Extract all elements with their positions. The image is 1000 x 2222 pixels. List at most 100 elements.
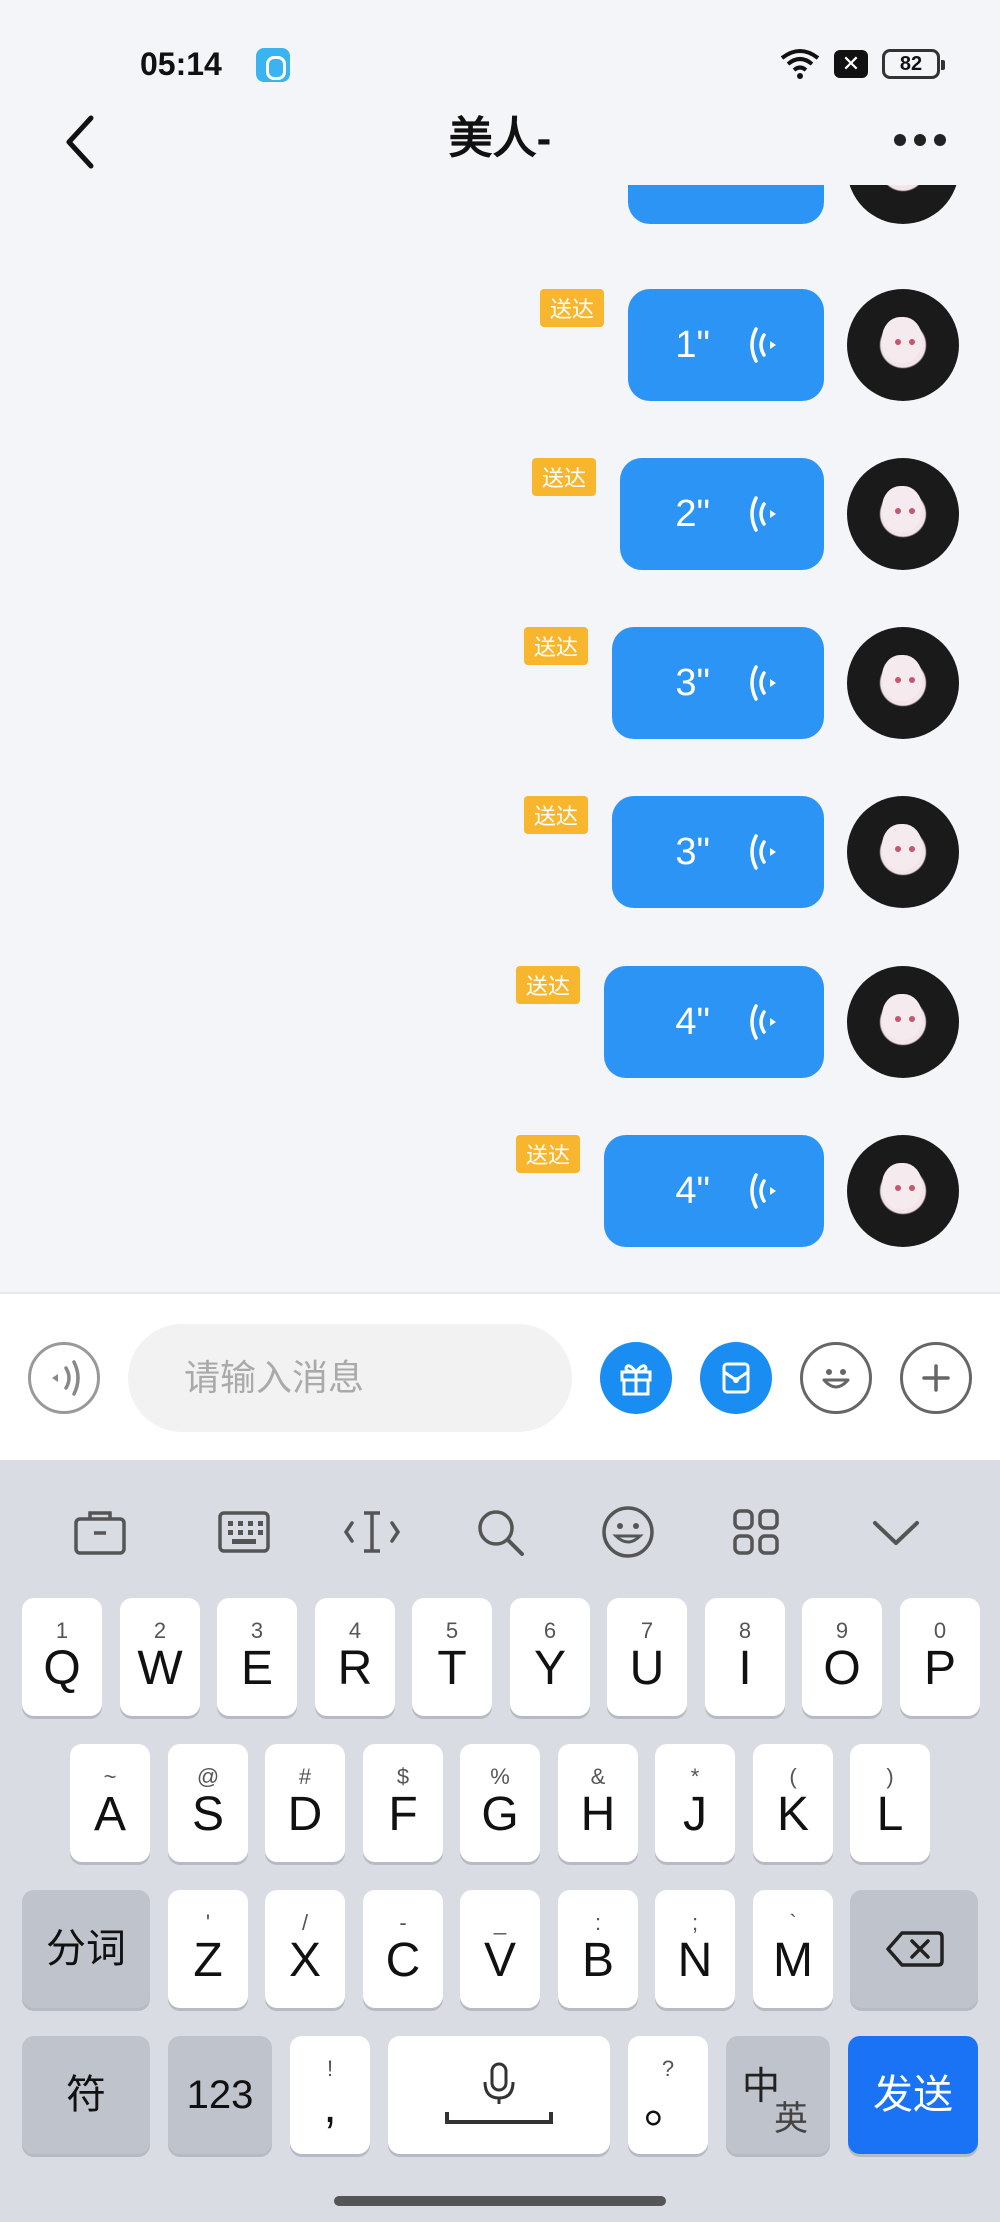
more-dot-icon: [934, 134, 946, 146]
key-label: M: [773, 1933, 813, 1987]
key-label: A: [93, 1787, 126, 1841]
key-v[interactable]: _ V: [460, 1890, 540, 2008]
key-hint: !: [326, 2055, 334, 2081]
numbers-key[interactable]: 123: [168, 2036, 272, 2154]
gift-icon: [620, 1364, 652, 1396]
key-n[interactable]: ; N: [655, 1890, 735, 2008]
key-g[interactable]: % G: [460, 1744, 540, 1862]
key-u[interactable]: 7U: [607, 1598, 687, 1716]
smiley-icon: [822, 1369, 850, 1389]
gift-button[interactable]: [600, 1342, 672, 1414]
key-label: 符: [66, 2073, 106, 2117]
voice-message-bubble[interactable]: 3": [612, 796, 824, 908]
key-c[interactable]: -C: [363, 1890, 443, 2008]
avatar[interactable]: [847, 458, 959, 570]
message-row: 送达 4": [0, 1135, 1000, 1247]
key-hint: &: [590, 1763, 606, 1789]
key-t[interactable]: 5T: [412, 1598, 492, 1716]
key-q[interactable]: 1Q: [22, 1598, 102, 1716]
key-hint: :: [594, 1909, 602, 1935]
key-hint: ~: [103, 1763, 117, 1789]
key-h[interactable]: & H: [558, 1744, 638, 1862]
avatar[interactable]: [847, 1135, 959, 1247]
key-x[interactable]: / X: [265, 1890, 345, 2008]
search-button[interactable]: [470, 1502, 530, 1562]
voice-message-bubble[interactable]: 2": [620, 458, 824, 570]
key-z[interactable]: ' Z: [168, 1890, 248, 2008]
key-y[interactable]: 6Y: [510, 1598, 590, 1716]
hide-keyboard-button[interactable]: [866, 1502, 926, 1562]
send-key[interactable]: 发送: [848, 2036, 978, 2154]
home-indicator[interactable]: [334, 2196, 666, 2206]
key-hint: 0: [933, 1617, 947, 1643]
key-hint: -: [399, 1909, 407, 1935]
avatar[interactable]: [847, 796, 959, 908]
message-row: 送达 1": [0, 289, 1000, 401]
key-hint: *: [690, 1763, 700, 1789]
backspace-key[interactable]: [850, 1890, 978, 2008]
voice-message-bubble[interactable]: 1": [628, 289, 824, 401]
message-input[interactable]: [128, 1324, 572, 1432]
key-k[interactable]: (K: [753, 1744, 833, 1862]
key-hint: (: [789, 1763, 797, 1789]
key-j[interactable]: * J: [655, 1744, 735, 1862]
key-a[interactable]: ~ A: [70, 1744, 150, 1862]
voice-duration: 4": [675, 1000, 710, 1043]
key-label: C: [385, 1933, 421, 1987]
key-hint: 6: [543, 1617, 557, 1643]
key-hint: ;: [691, 1909, 699, 1935]
key-b[interactable]: :B: [558, 1890, 638, 2008]
more-options-button[interactable]: [880, 110, 960, 170]
key-label: Y: [533, 1641, 566, 1695]
key-o[interactable]: 9O: [802, 1598, 882, 1716]
cursor-edit-button[interactable]: [342, 1502, 402, 1562]
voice-message-bubble[interactable]: 4": [604, 1135, 824, 1247]
key-i[interactable]: 8I: [705, 1598, 785, 1716]
soft-keyboard: 1Q 2W 3E 4R 5T 6Y 7U 8I 9O 0P ~ A @ S # D $…: [0, 1460, 1000, 2222]
key-l[interactable]: ) L: [850, 1744, 930, 1862]
key-e[interactable]: 3E: [217, 1598, 297, 1716]
key-label: X: [288, 1933, 321, 1987]
message-row: 送达 3": [0, 627, 1000, 739]
voice-message-bubble[interactable]: [628, 185, 824, 224]
voice-message-bubble[interactable]: 3": [612, 627, 824, 739]
key-hint: 3: [250, 1617, 264, 1643]
symbols-key[interactable]: 符: [22, 2036, 150, 2154]
message-row: 送达 2": [0, 458, 1000, 570]
emoji-panel-button[interactable]: [598, 1502, 658, 1562]
key-p[interactable]: 0P: [900, 1598, 980, 1716]
battery-icon: 82: [882, 49, 945, 79]
key-label: J: [683, 1787, 707, 1841]
segment-key[interactable]: 分词: [22, 1890, 150, 2008]
key-hint: /: [301, 1909, 309, 1935]
space-key[interactable]: [388, 2036, 610, 2154]
backspace-icon: [886, 1931, 944, 1967]
more-actions-button[interactable]: [900, 1342, 972, 1414]
emoji-button[interactable]: [800, 1342, 872, 1414]
avatar[interactable]: [847, 185, 959, 224]
voice-wave-icon: [52, 1360, 80, 1396]
voice-message-bubble[interactable]: 4": [604, 966, 824, 1078]
voice-wave-icon: [750, 665, 776, 701]
key-hint: 2: [153, 1617, 167, 1643]
period-key[interactable]: ?。: [628, 2036, 708, 2154]
voice-input-toggle[interactable]: [28, 1342, 100, 1414]
key-d[interactable]: # D: [265, 1744, 345, 1862]
avatar[interactable]: [847, 966, 959, 1078]
language-switch-key[interactable]: 中 英: [726, 2036, 830, 2154]
apps-button[interactable]: [726, 1502, 786, 1562]
toolbox-button[interactable]: [70, 1502, 130, 1562]
chat-message-list[interactable]: 送达 1" 送达 2" 送达 3" 送达 3" 送达 4" 送达 4": [0, 185, 1000, 1292]
red-packet-button[interactable]: [700, 1342, 772, 1414]
key-f[interactable]: $ F: [363, 1744, 443, 1862]
key-r[interactable]: 4R: [315, 1598, 395, 1716]
comma-key[interactable]: !,: [290, 2036, 370, 2154]
avatar[interactable]: [847, 627, 959, 739]
key-s[interactable]: @ S: [168, 1744, 248, 1862]
keyboard-switch-button[interactable]: [214, 1502, 274, 1562]
delivered-badge: 送达: [532, 458, 597, 496]
key-m[interactable]: ` M: [753, 1890, 833, 2008]
key-w[interactable]: 2W: [120, 1598, 200, 1716]
key-label: B: [581, 1933, 614, 1987]
avatar[interactable]: [847, 289, 959, 401]
